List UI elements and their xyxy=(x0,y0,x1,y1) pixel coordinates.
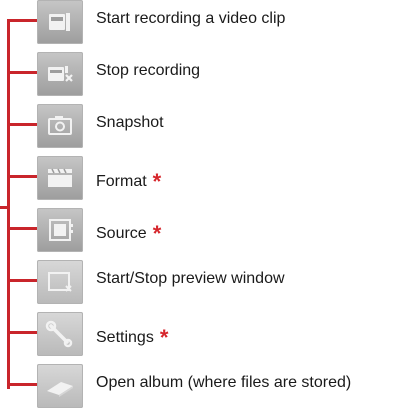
legend-row-preview: Start/Stop preview window xyxy=(0,260,396,312)
open-album-button[interactable] xyxy=(37,364,83,408)
legend-row-settings: Settings * xyxy=(0,312,396,364)
connector-line xyxy=(7,71,37,74)
legend-label: Snapshot xyxy=(96,114,164,131)
settings-button[interactable] xyxy=(37,312,83,356)
required-star: * xyxy=(152,221,162,246)
legend-label: Format * xyxy=(96,169,162,194)
album-icon xyxy=(47,382,73,397)
legend-row-stop-recording: Stop recording xyxy=(0,52,396,104)
start-recording-button[interactable] xyxy=(37,0,83,44)
stop-recording-icon xyxy=(48,66,73,82)
legend-row-album: Open album (where files are stored) xyxy=(0,364,396,416)
legend-label: Stop recording xyxy=(96,62,201,79)
legend-label: Settings * xyxy=(96,325,169,350)
legend-row-start-recording: Start recording a video clip xyxy=(0,0,396,52)
connector-line xyxy=(7,19,37,22)
clapperboard-icon xyxy=(48,168,72,187)
legend-label: Source * xyxy=(96,221,162,246)
snapshot-button[interactable] xyxy=(37,104,83,148)
connector-line xyxy=(7,383,37,386)
preview-window-button[interactable] xyxy=(37,260,83,304)
legend-label: Open album (where files are stored) xyxy=(96,374,352,391)
legend-row-format: Format * xyxy=(0,156,396,208)
connector-line xyxy=(7,123,37,126)
required-star: * xyxy=(159,325,169,350)
legend-row-snapshot: Snapshot xyxy=(0,104,396,156)
wrench-icon xyxy=(45,320,73,348)
stop-recording-button[interactable] xyxy=(37,52,83,96)
format-button[interactable] xyxy=(37,156,83,200)
legend-label: Start recording a video clip xyxy=(96,10,286,27)
connector-line xyxy=(7,331,37,334)
connector-line xyxy=(7,279,37,282)
connector-line xyxy=(7,227,37,230)
preview-window-icon xyxy=(48,272,72,292)
required-star: * xyxy=(152,169,162,194)
source-button[interactable] xyxy=(37,208,83,252)
legend-label: Start/Stop preview window xyxy=(96,270,285,287)
video-camera-icon xyxy=(49,13,70,31)
connector-line xyxy=(7,175,37,178)
source-film-icon xyxy=(49,219,73,241)
snapshot-camera-icon xyxy=(48,116,72,135)
legend-row-source: Source * xyxy=(0,208,396,260)
